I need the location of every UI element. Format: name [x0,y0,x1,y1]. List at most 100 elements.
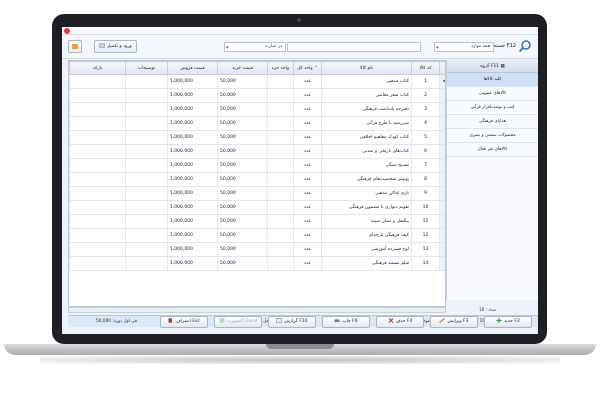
edit-button[interactable]: ویرایش F3 [430,316,478,328]
cell-sell: 1,000,000 [167,130,218,145]
cell-idx [439,256,445,271]
column-idx [439,61,445,75]
column-name[interactable]: نام کالا [321,61,412,75]
cell-sell: 1,000,000 [167,214,218,229]
group-sidebar: گروه F11 ▦ کلیه کالاها کالاهای عمومی کتب… [446,60,538,300]
column-code[interactable]: کد کالا [411,61,440,75]
cell-idx [439,88,445,103]
cell-barcode [69,228,126,243]
cell-barcode [69,130,126,145]
search-input[interactable] [287,42,421,52]
cell-idx [439,144,445,159]
cell-unit: عدد [293,130,322,145]
cell-name: تقویم دیواری با مضمون فرهنگی [321,200,412,215]
cell-desc [125,158,168,173]
close-icon[interactable] [64,28,70,34]
table-row[interactable]: 1,000,000 50,000 عدد تسبیح سنگی 7 [69,158,445,173]
cell-buy: 50,000 [217,200,268,215]
table-row[interactable]: 1,000,000 50,000 عدد بازی اماکن مذهبی 9 [69,186,445,201]
cell-barcode [69,200,126,215]
table-row[interactable]: 1,000,000 50,000 عدد سررسید با طرح قرآنی 4 [69,116,445,131]
group-item[interactable]: کالاهای عمومی [447,87,538,101]
cell-idx [439,228,445,243]
plus-icon [496,318,502,323]
table-row[interactable]: 1,000,000 50,000 عدد لوح فشرده آموزشی 13 [69,242,445,257]
column-unit[interactable]: واحد کل ⌃ [293,61,322,75]
cell-unit: عدد [293,88,322,103]
cell-sell: 1,000,000 [167,256,218,271]
cell-sell: 1,000,000 [167,102,218,117]
options-button[interactable] [68,40,82,53]
cell-code: 8 [411,172,440,187]
cell-code: 9 [411,186,440,201]
app-window: جستجو F12 ▾ همه موارد ▾ در عبارت ورود و … [62,27,538,334]
column-buy[interactable]: قیمت خرید [217,61,268,75]
printer-icon [334,318,340,322]
cell-barcode [69,242,126,257]
cell-name: کیف فرهنگی پارچه‌ای [321,228,412,243]
cell-code: 3 [411,102,440,117]
field-select[interactable]: ▾ همه موارد [434,42,494,52]
cell-name: کتاب مذهبی [321,74,412,89]
group-item[interactable]: هدایای فرهنگی [447,115,538,129]
cell-unit: عدد [293,144,322,159]
group-item[interactable]: کتب و نوشت‌افزار قرآنی [447,101,538,115]
cell-name: پوستر شخصیت‌های فرهنگی [321,172,412,187]
cell-name: دفترچه یادداشت فرهنگی [321,102,412,117]
cell-idx [439,214,445,229]
report-icon [276,318,283,323]
table-row[interactable]: 1,000,000 50,000 عدد کتاب کودک مفاهیم اخلاق… [69,130,445,145]
column-desc[interactable]: توضیحات [125,61,168,75]
group-item[interactable]: کالاهای غیر فعال [447,143,538,157]
table-row[interactable]: 1,000,000 50,000 عدد دفترچه یادداشت فرهنگی 3 [69,102,445,117]
cell-code: 12 [411,228,440,243]
new-button[interactable]: جدید F2 [484,316,532,328]
table-row[interactable]: 1,000,000 50,000 عدد کتاب مذهبی 1 ▸ [69,74,445,89]
column-unit-part[interactable]: واحد جزء [267,61,294,75]
table-row[interactable]: 1,000,000 50,000 عدد بیگسل و نشان سینه 11 [69,214,445,229]
cell-buy: 50,000 [217,186,268,201]
cell-desc [125,214,168,229]
cell-name: کتاب‌های تاریخی و تمدنی [321,144,412,159]
group-item[interactable]: کلیه کالاها [447,73,538,87]
cell-unit: عدد [293,256,322,271]
cell-buy: 50,000 [217,172,268,187]
column-barcode[interactable]: بارکد [69,61,126,75]
cell-code: 11 [411,214,440,229]
cell-idx: ▸ [439,74,445,89]
cell-name: بیگسل و نشان سینه [321,214,412,229]
cell-barcode [69,214,126,229]
cell-unit-part [267,144,294,159]
table-row[interactable]: 1,000,000 50,000 عدد پوستر شخصیت‌های فرهنگی… [69,172,445,187]
cell-unit: عدد [293,242,322,257]
print-button[interactable]: چاپ F6 [322,316,370,328]
mode-select[interactable]: ▾ در عبارت [224,42,286,52]
cell-unit-part [267,116,294,131]
table-row[interactable]: 1,000,000 50,000 عدد کتاب‌های تاریخی و تمدن… [69,144,445,159]
cell-sell: 1,000,000 [167,242,218,257]
exit-button[interactable]: انصراف Esc [160,316,208,328]
table-row[interactable]: 1,000,000 50,000 عدد فیلم مستند فرهنگی 14 [69,256,445,271]
cell-desc [125,200,168,215]
cell-name: کتاب کودک مفاهیم اخلاقی [321,130,412,145]
cell-code: 6 [411,144,440,159]
table-row[interactable]: 1,000,000 50,000 عدد کتاب شعر معاصر 2 [69,88,445,103]
pencil-icon [439,318,446,323]
cell-idx [439,172,445,187]
group-item[interactable]: محصولات سمعی و بصری [447,129,538,143]
search-icon[interactable] [518,39,532,53]
table-row[interactable]: 1,000,000 50,000 عدد کیف فرهنگی پارچه‌ای 12 [69,228,445,243]
delete-button[interactable]: حذف F4 [376,316,424,328]
report-button[interactable]: گزارش F10 [268,316,316,328]
chevron-down-icon: ▾ [226,45,229,51]
cell-name: تسبیح سنگی [321,158,412,173]
detail-button[interactable]: ورود و تکمیل [94,40,137,53]
export-button[interactable]: اکسپورت Excel [214,316,262,328]
cell-name: بازی اماکن مذهبی [321,186,412,201]
table-row[interactable]: 1,000,000 50,000 عدد تقویم دیواری با مضمون … [69,200,445,215]
cell-unit: عدد [293,172,322,187]
cell-unit-part [267,242,294,257]
cell-buy: 50,000 [217,144,268,159]
column-sell[interactable]: قیمت فروش [167,61,218,75]
cell-desc [125,144,168,159]
